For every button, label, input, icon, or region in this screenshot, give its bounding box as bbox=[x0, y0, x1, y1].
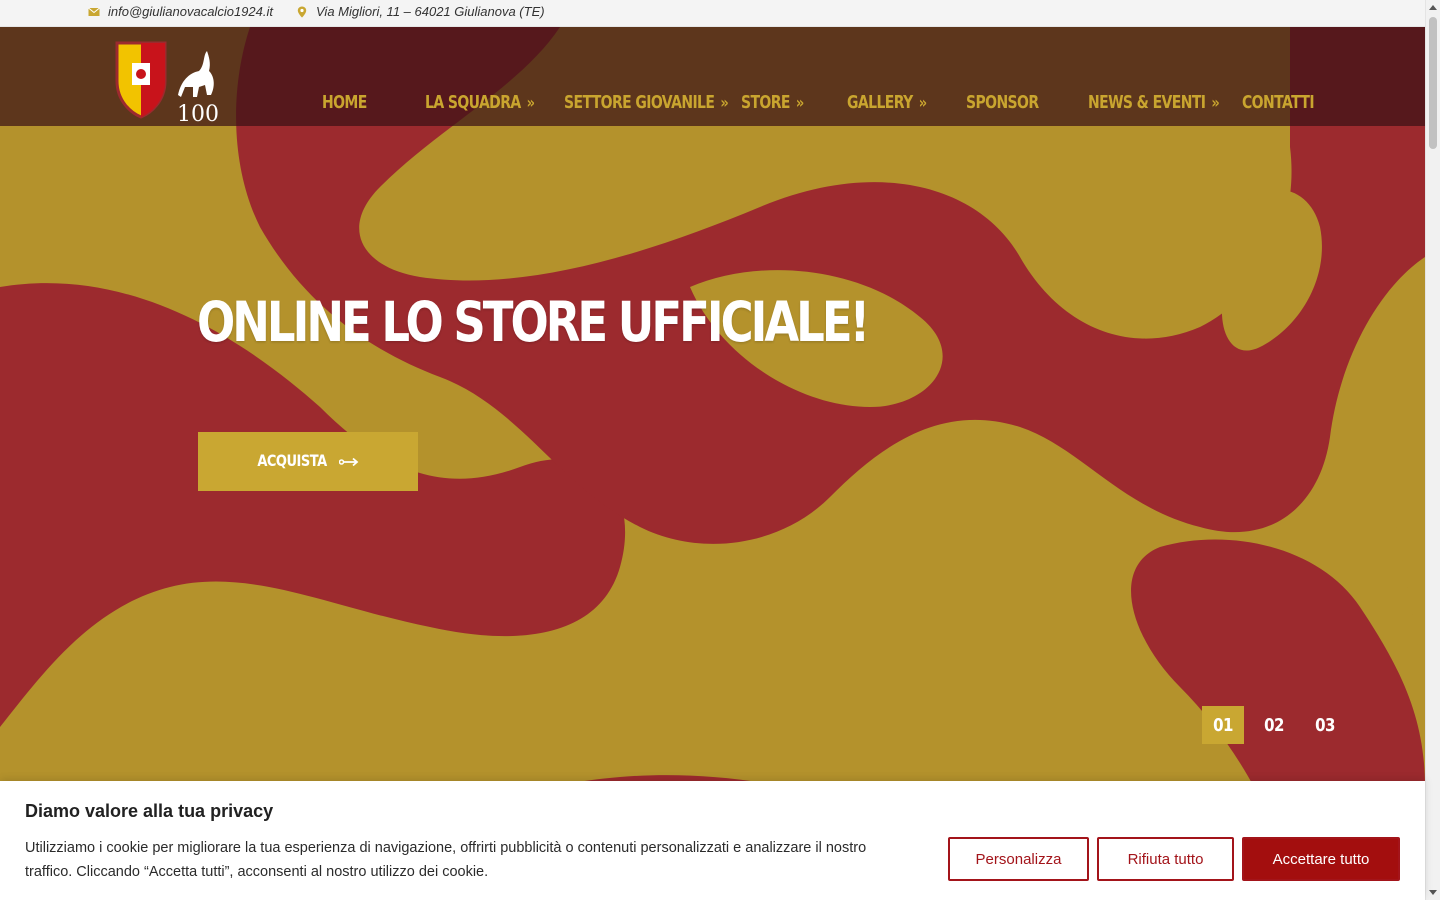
submenu-arrow-icon: » bbox=[720, 94, 729, 113]
nav-store[interactable]: STORE» bbox=[741, 93, 804, 113]
slider-pagination: 01 02 03 bbox=[1202, 706, 1346, 744]
submenu-arrow-icon: » bbox=[526, 94, 535, 113]
address-text: Via Migliori, 11 – 64021 Giulianova (TE) bbox=[316, 4, 545, 19]
reject-all-button[interactable]: Rifiuta tutto bbox=[1097, 837, 1234, 881]
scroll-up-icon[interactable] bbox=[1429, 5, 1437, 10]
nav-sponsor[interactable]: SPONSOR bbox=[966, 93, 1039, 113]
nav-settore-giovanile[interactable]: SETTORE GIOVANILE» bbox=[564, 93, 729, 113]
club-logo[interactable]: 100 bbox=[115, 41, 220, 127]
slide-dot-2[interactable]: 02 bbox=[1253, 706, 1295, 744]
slide-dot-3[interactable]: 03 bbox=[1304, 706, 1346, 744]
hero-headline: ONLINE LO STORE UFFICIALE! bbox=[197, 290, 870, 355]
acquista-label: ACQUISTA bbox=[257, 452, 327, 471]
club-crest-icon: 100 bbox=[115, 41, 219, 127]
contact-email[interactable]: info@giulianovacalcio1924.it bbox=[88, 4, 273, 19]
slide-dot-1[interactable]: 01 bbox=[1202, 706, 1244, 744]
email-text: info@giulianovacalcio1924.it bbox=[108, 4, 273, 19]
top-info-bar: info@giulianovacalcio1924.it Via Miglior… bbox=[0, 0, 1425, 27]
customize-button[interactable]: Personalizza bbox=[948, 837, 1089, 881]
nav-la-squadra[interactable]: LA SQUADRA» bbox=[425, 93, 535, 113]
anniversary-number: 100 bbox=[177, 102, 219, 123]
submenu-arrow-icon: » bbox=[918, 94, 927, 113]
nav-gallery[interactable]: GALLERY» bbox=[847, 93, 927, 113]
nav-news-eventi[interactable]: NEWS & EVENTI» bbox=[1088, 93, 1220, 113]
site-header: 100 HOME LA SQUADRA» SETTORE GIOVANILE» … bbox=[0, 27, 1425, 127]
arrow-right-icon bbox=[338, 457, 359, 466]
accept-all-button[interactable]: Accettare tutto bbox=[1242, 837, 1400, 881]
cookie-text: Utilizziamo i cookie per migliorare la t… bbox=[25, 840, 867, 880]
map-pin-icon bbox=[297, 6, 307, 17]
cookie-title: Diamo valore alla tua privacy bbox=[25, 801, 274, 821]
contact-address: Via Migliori, 11 – 64021 Giulianova (TE) bbox=[296, 4, 545, 19]
submenu-arrow-icon: » bbox=[1211, 94, 1220, 113]
submenu-arrow-icon: » bbox=[795, 94, 804, 113]
cookie-banner: Diamo valore alla tua privacy Utilizziam… bbox=[0, 781, 1425, 900]
acquista-button[interactable]: ACQUISTA bbox=[198, 432, 418, 491]
envelope-icon bbox=[88, 7, 100, 16]
page-scrollbar[interactable] bbox=[1425, 0, 1440, 900]
nav-contatti[interactable]: CONTATTI bbox=[1242, 93, 1315, 113]
scrollbar-thumb[interactable] bbox=[1429, 17, 1437, 149]
scroll-down-icon[interactable] bbox=[1429, 890, 1437, 895]
nav-home[interactable]: HOME bbox=[322, 93, 367, 113]
